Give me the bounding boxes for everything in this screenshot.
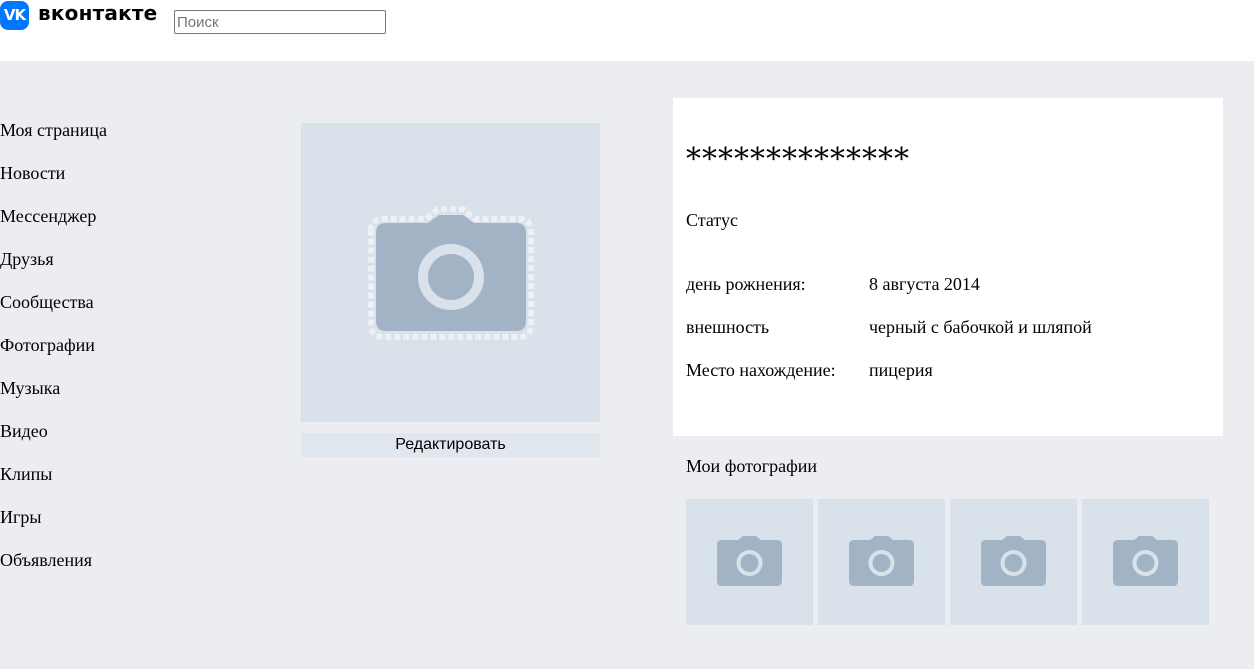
sidebar-item-my-page[interactable]: Моя страница	[0, 117, 107, 160]
camera-icon	[368, 206, 534, 340]
photo-thumbnail[interactable]	[818, 499, 945, 625]
sidebar-item-communities[interactable]: Сообщества	[0, 289, 107, 332]
vk-logo[interactable]: VK вконтакте	[0, 0, 157, 30]
camera-icon	[717, 536, 782, 586]
info-row-appearance: внешность черный с бабочкой и шляпой	[686, 317, 1092, 338]
sidebar-item-messenger[interactable]: Мессенджер	[0, 203, 107, 246]
photo-thumbnail[interactable]	[950, 499, 1077, 625]
camera-icon	[1113, 536, 1178, 586]
sidebar-nav: Моя страница Новости Мессенджер Друзья С…	[0, 117, 107, 590]
camera-icon	[981, 536, 1046, 586]
info-label: внешность	[686, 317, 770, 337]
camera-icon	[849, 536, 914, 586]
photo-thumbnail[interactable]	[1082, 499, 1209, 625]
header: VK вконтакте	[0, 0, 1254, 61]
edit-profile-button[interactable]: Редактировать	[301, 433, 600, 457]
profile-info-card: ************** Статус день рожнения: 8 ав…	[673, 98, 1223, 436]
sidebar-item-photos[interactable]: Фотографии	[0, 332, 107, 375]
info-value: черный с бабочкой и шляпой	[869, 317, 1092, 337]
info-row-location: Место нахождение: пицерия	[686, 360, 933, 381]
sidebar-item-music[interactable]: Музыка	[0, 375, 107, 418]
info-label: Место нахождение:	[686, 360, 836, 380]
sidebar-item-video[interactable]: Видео	[0, 418, 107, 461]
photo-grid	[686, 499, 1209, 625]
info-label: день рожнения:	[686, 274, 806, 294]
info-value: 8 августа 2014	[869, 274, 980, 294]
sidebar-item-ads[interactable]: Объявления	[0, 547, 107, 590]
info-row-birthday: день рожнения: 8 августа 2014	[686, 274, 980, 295]
profile-name: **************	[686, 142, 910, 177]
vk-logo-icon: VK	[0, 0, 29, 30]
search-input[interactable]	[174, 10, 386, 34]
photo-thumbnail[interactable]	[686, 499, 813, 625]
info-value: пицерия	[869, 360, 933, 380]
profile-status[interactable]: Статус	[686, 210, 738, 231]
sidebar-item-news[interactable]: Новости	[0, 160, 107, 203]
sidebar-item-friends[interactable]: Друзья	[0, 246, 107, 289]
sidebar-item-clips[interactable]: Клипы	[0, 461, 107, 504]
vk-logo-text: вконтакте	[38, 1, 158, 25]
photos-title[interactable]: Мои фотографии	[686, 456, 817, 477]
sidebar-item-games[interactable]: Игры	[0, 504, 107, 547]
profile-avatar[interactable]	[301, 123, 600, 422]
